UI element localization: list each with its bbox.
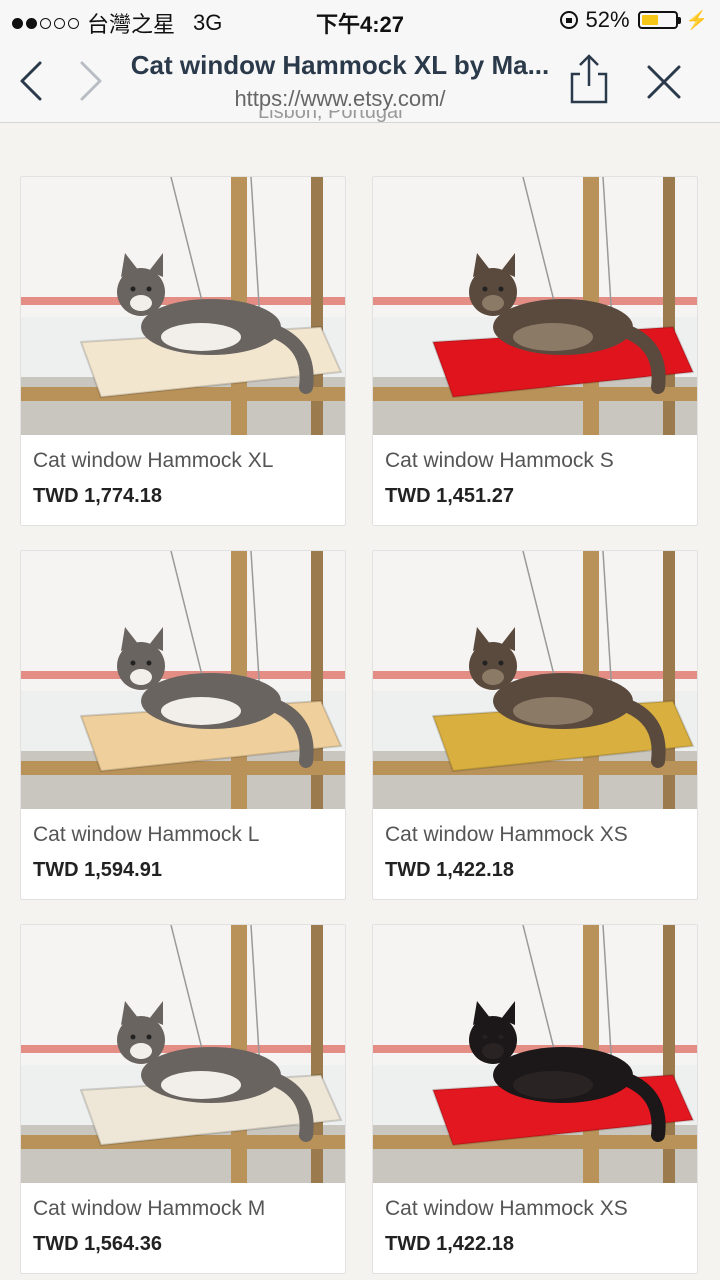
page-url[interactable]: https://www.etsy.com/: [120, 86, 560, 112]
listing-title[interactable]: Cat window Hammock XS: [385, 823, 628, 847]
status-right: 52% ⚡: [559, 7, 708, 33]
battery-level: [641, 15, 659, 25]
battery-percent: 52%: [585, 7, 630, 32]
listing-price: TWD 1,422.18: [385, 1233, 514, 1255]
listing-card[interactable]: Cat window Hammock S TWD 1,451.27: [372, 176, 698, 526]
listing-price: TWD 1,564.36: [33, 1233, 162, 1255]
battery-icon: [637, 11, 681, 29]
carrier-name: 台灣之星: [87, 12, 176, 37]
listing-photo[interactable]: [373, 551, 697, 809]
share-icon[interactable]: [566, 52, 612, 106]
status-bar: 台灣之星 3G 下午4:27 52% ⚡: [0, 0, 720, 40]
listing-card[interactable]: Cat window Hammock XS TWD 1,422.18: [372, 550, 698, 900]
listing-title[interactable]: Cat window Hammock XS: [385, 1197, 628, 1221]
listing-photo[interactable]: [373, 177, 697, 435]
status-left: 台灣之星 3G: [12, 7, 222, 39]
listing-title[interactable]: Cat window Hammock L: [33, 823, 259, 847]
listing-title[interactable]: Cat window Hammock XL: [33, 449, 273, 473]
listing-title[interactable]: Cat window Hammock S: [385, 449, 614, 473]
listing-price: TWD 1,594.91: [33, 859, 162, 881]
listing-card[interactable]: Cat window Hammock L TWD 1,594.91: [20, 550, 346, 900]
back-arrow-icon[interactable]: [18, 60, 46, 102]
listing-price: TWD 1,451.27: [385, 485, 514, 507]
listing-photo[interactable]: [373, 925, 697, 1183]
listing-price: TWD 1,422.18: [385, 859, 514, 881]
page-title: Cat window Hammock XL by Ma...: [130, 50, 550, 80]
charging-icon: ⚡: [685, 9, 708, 30]
listing-title[interactable]: Cat window Hammock M: [33, 1197, 265, 1221]
listing-photo[interactable]: [21, 925, 345, 1183]
close-icon[interactable]: [646, 64, 682, 100]
listing-card[interactable]: Cat window Hammock XS TWD 1,422.18: [372, 924, 698, 1274]
listing-price: TWD 1,774.18: [33, 485, 162, 507]
listing-card[interactable]: Cat window Hammock XL TWD 1,774.18: [20, 176, 346, 526]
forward-arrow-icon[interactable]: [76, 60, 104, 102]
listing-photo[interactable]: [21, 177, 345, 435]
signal-strength-icon: [12, 17, 79, 29]
listing-card[interactable]: Cat window Hammock M TWD 1,564.36: [20, 924, 346, 1274]
listing-photo[interactable]: [21, 551, 345, 809]
network-type: 3G: [193, 10, 223, 35]
shop-location: Lisbon, Portugal: [258, 110, 403, 122]
rotation-lock-icon: [559, 11, 578, 29]
